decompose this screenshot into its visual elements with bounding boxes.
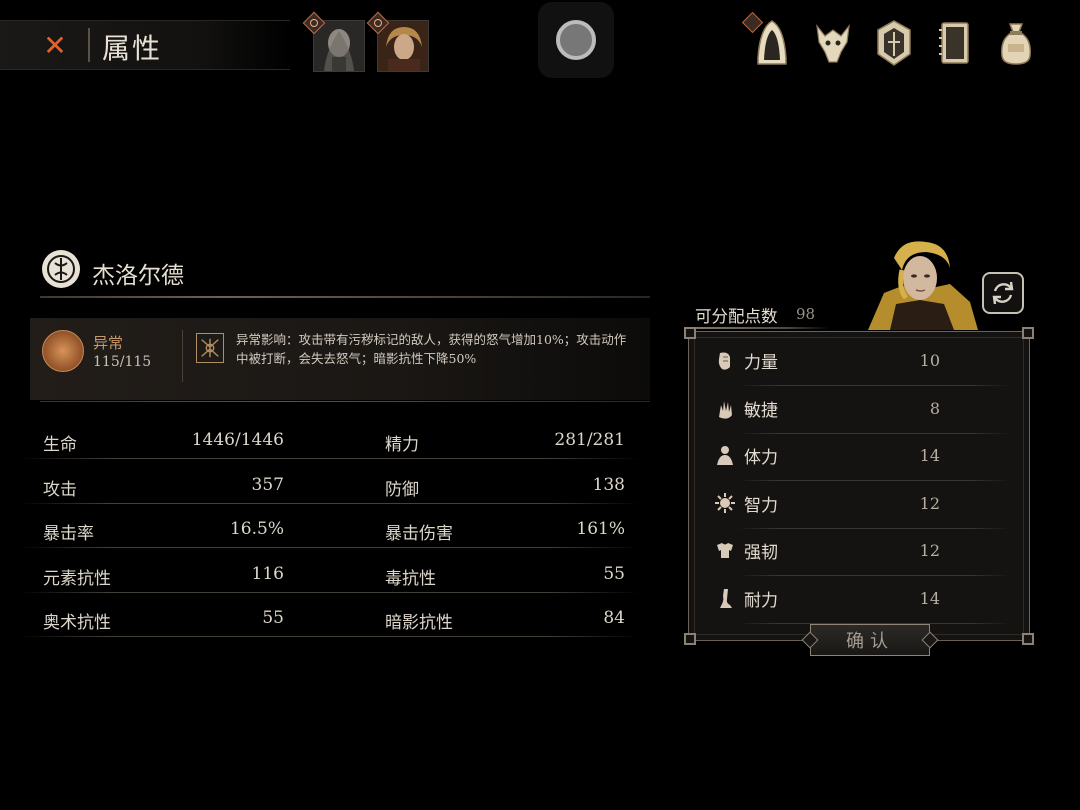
attribute-row[interactable]: 体力 14: [708, 434, 1014, 482]
stats-grid: 生命 1446/1446 精力 281/281 攻击 357 防御 138 暴击率 16.5% 暴击…: [0, 420, 660, 650]
stat-value: 16.5%: [229, 519, 284, 539]
affliction-icon: [42, 330, 84, 372]
stat-label: 元素抗性: [43, 568, 111, 589]
refresh-icon: [992, 281, 1014, 305]
stat-value: 281/281: [554, 430, 625, 450]
stat-label: 精力: [385, 435, 419, 455]
row-divider: [18, 636, 640, 637]
record-icon: [556, 20, 596, 60]
sun-icon: [715, 492, 735, 513]
close-icon[interactable]: ✕: [40, 29, 70, 62]
shield-icon[interactable]: [872, 18, 916, 68]
stat-label: 防御: [385, 479, 419, 500]
refresh-button[interactable]: [982, 272, 1024, 314]
stat-value: 55: [262, 608, 284, 628]
attribute-label: 力量: [744, 353, 778, 373]
body-icon: [717, 446, 733, 466]
hero-portrait-icon: [868, 241, 978, 330]
attribute-value: 14: [919, 589, 940, 608]
character-portrait-icon: [378, 21, 428, 71]
stat-value: 357: [251, 474, 284, 495]
bag-icon[interactable]: [994, 18, 1038, 68]
attribute-value: 8: [929, 398, 940, 418]
hand-icon: [719, 400, 732, 419]
character-portrait-icon: [314, 21, 364, 71]
stat-value: 1446/1446: [191, 430, 284, 450]
divider: [40, 401, 650, 402]
available-points-label: 可分配点数: [695, 307, 778, 326]
title-divider: [88, 28, 90, 62]
attribute-row[interactable]: 耐力 14: [708, 577, 1014, 624]
stat-label: 暗影抗性: [385, 613, 453, 633]
row-divider: [18, 591, 640, 593]
divider: [690, 327, 830, 329]
row-divider: [18, 502, 640, 504]
armor-icon: [717, 543, 733, 559]
attribute-row[interactable]: 智力 12: [708, 482, 1014, 529]
party-portrait-1[interactable]: [302, 11, 365, 72]
row-divider: [18, 547, 640, 548]
attribute-label: 耐力: [744, 591, 778, 611]
stat-label: 生命: [43, 435, 77, 455]
stat-value: 84: [603, 608, 625, 628]
journal-icon[interactable]: [933, 18, 977, 68]
stat-label: 暴击率: [43, 524, 94, 544]
row-divider: [18, 458, 640, 459]
corruption-icon: [196, 333, 224, 363]
attribute-value: 14: [919, 446, 940, 466]
attribute-value: 10: [919, 351, 940, 370]
divider: [182, 330, 183, 382]
hood-icon[interactable]: [750, 18, 794, 68]
status-name: 异常: [93, 334, 124, 352]
class-emblem-icon: [42, 250, 80, 288]
party-portrait-2[interactable]: [366, 11, 429, 72]
stat-label: 奥术抗性: [43, 613, 111, 633]
beast-skull-icon[interactable]: [811, 18, 855, 68]
attribute-value: 12: [919, 541, 940, 561]
attribute-label: 敏捷: [744, 400, 778, 421]
stat-value: 55: [603, 563, 625, 584]
attribute-label: 智力: [744, 495, 778, 516]
record-button[interactable]: [538, 2, 614, 78]
effect-line: 异常影响：攻击带有污秽标记的敌人，获得的怒气增加10%；攻击动作: [236, 332, 627, 347]
character-name: 杰洛尔德: [92, 263, 184, 289]
available-points-value: 98: [796, 305, 816, 323]
attribute-row[interactable]: 力量 10: [708, 339, 1014, 386]
stat-label: 毒抗性: [385, 568, 436, 589]
stat-label: 攻击: [43, 479, 77, 500]
stat-label: 暴击伤害: [385, 524, 453, 544]
status-value: 115/115: [93, 354, 152, 370]
divider: [40, 296, 650, 298]
page-title: 属性: [102, 32, 163, 65]
status-effect-description: 异常影响：攻击带有污秽标记的敌人，获得的怒气增加10%；攻击动作 中被打断，会失…: [236, 330, 646, 368]
attribute-row[interactable]: 敏捷 8: [708, 387, 1014, 434]
attribute-label: 体力: [744, 448, 778, 469]
leg-icon: [720, 589, 732, 608]
attribute-value: 12: [919, 493, 940, 513]
stat-value: 161%: [576, 519, 625, 539]
attribute-row[interactable]: 强韧 12: [708, 529, 1014, 577]
fist-icon: [718, 352, 730, 370]
confirm-button[interactable]: 确认: [810, 624, 930, 656]
attribute-label: 强韧: [744, 543, 778, 564]
stat-value: 138: [592, 474, 625, 495]
effect-line: 中被打断，会失去怒气；暗影抗性下降50%: [236, 351, 477, 366]
stat-value: 116: [251, 563, 284, 584]
